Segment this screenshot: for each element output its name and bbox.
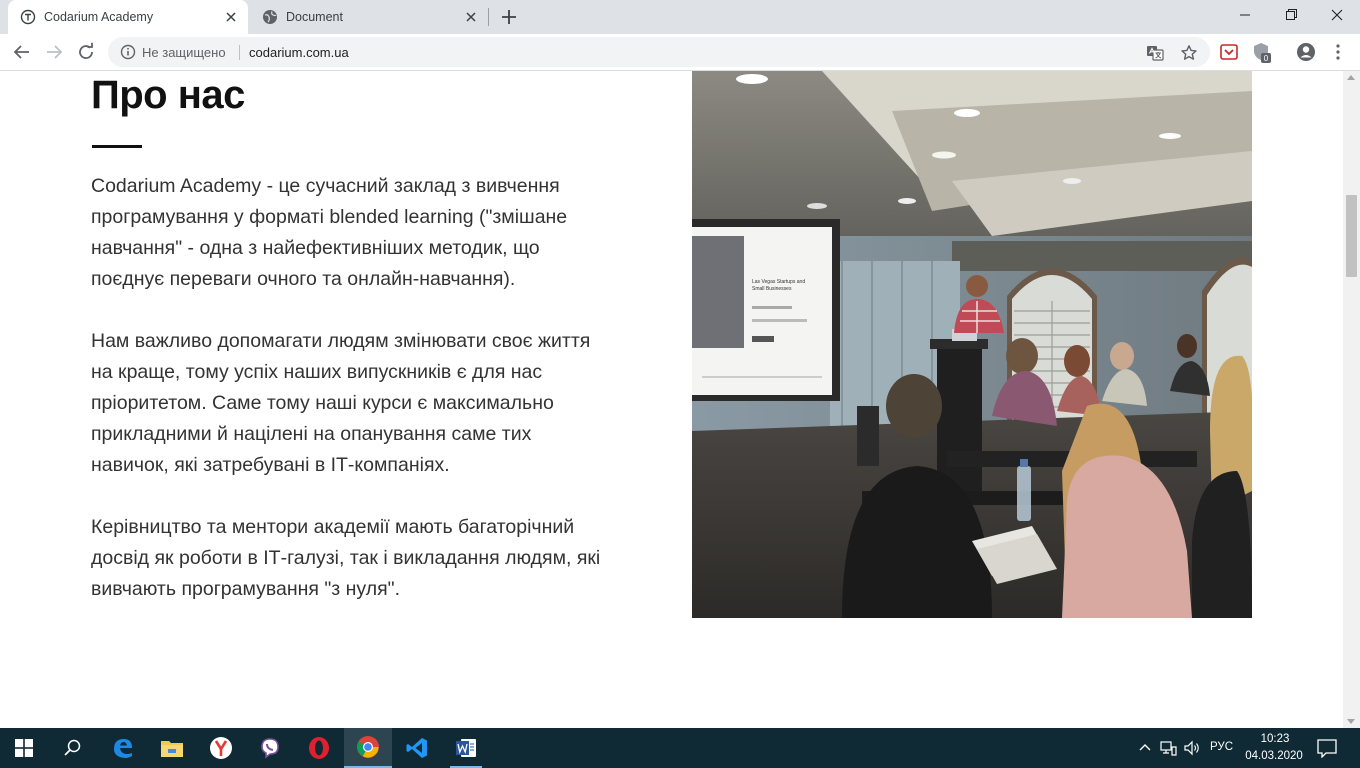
edge-icon <box>114 739 132 758</box>
viber-icon <box>261 738 279 759</box>
bookmark-star-icon[interactable] <box>1180 44 1198 62</box>
restore-icon[interactable] <box>1268 0 1314 30</box>
close-window-icon[interactable] <box>1314 0 1360 30</box>
windows-taskbar: РУС 10:23 04.03.2020 <box>0 728 1360 768</box>
tab-codarium[interactable]: Codarium Academy <box>8 0 248 34</box>
reload-icon[interactable] <box>74 40 98 64</box>
translate-icon[interactable] <box>1146 44 1164 62</box>
windows-logo-icon <box>15 739 33 757</box>
about-paragraph-1: Codarium Academy - це сучасний заклад з … <box>91 175 568 290</box>
taskbar-file-explorer[interactable] <box>148 728 196 768</box>
taskbar-yandex-browser[interactable] <box>197 728 245 768</box>
back-icon[interactable] <box>10 40 34 64</box>
tab-document[interactable]: Document <box>250 0 488 34</box>
search-icon <box>64 739 81 756</box>
clock-date[interactable]: 04.03.2020 <box>1244 750 1304 762</box>
tab-title: Document <box>286 10 343 24</box>
extension-shield-icon[interactable]: 0 <box>1249 40 1273 64</box>
yandex-browser-icon <box>210 737 232 759</box>
security-label[interactable]: Не защищено <box>142 45 226 60</box>
taskbar-vscode[interactable] <box>393 728 441 768</box>
taskbar-edge[interactable] <box>99 728 147 768</box>
section-heading: Про нас <box>91 73 245 117</box>
browser-toolbar: Не защищено codarium.com.ua 0 <box>0 34 1360 71</box>
volume-icon[interactable] <box>1183 739 1201 757</box>
about-paragraph-2: Нам важливо допомагати людям змінювати с… <box>91 330 591 476</box>
vscode-icon <box>406 738 427 758</box>
tab-separator <box>488 8 489 26</box>
taskbar-viber[interactable] <box>246 728 294 768</box>
address-bar[interactable]: Не защищено codarium.com.ua <box>108 37 1210 67</box>
globe-icon <box>263 10 277 24</box>
heading-underline <box>92 145 142 148</box>
file-explorer-icon <box>161 741 183 757</box>
forward-icon[interactable] <box>42 40 66 64</box>
action-center-icon[interactable] <box>1316 738 1338 758</box>
url-text[interactable]: codarium.com.ua <box>249 45 349 60</box>
word-icon <box>456 739 476 757</box>
profile-avatar-icon[interactable] <box>1294 40 1318 64</box>
scroll-up-arrow-icon[interactable] <box>1347 75 1355 80</box>
taskbar-chrome[interactable] <box>344 728 392 768</box>
about-paragraph-3: Керівництво та ментори академії мають ба… <box>91 516 601 600</box>
page-scrollbar[interactable] <box>1343 71 1360 728</box>
page-viewport: Про нас Codarium Academy - це сучасний з… <box>0 71 1343 728</box>
address-divider <box>239 45 240 60</box>
codarium-favicon-icon <box>20 9 36 25</box>
scrollbar-thumb[interactable] <box>1346 195 1357 277</box>
classroom-photo: Las Vegas Startups and Small Businesses <box>692 71 1252 618</box>
chrome-icon <box>357 736 379 758</box>
opera-icon <box>309 737 329 759</box>
extension-badge: 0 <box>1264 54 1269 63</box>
clock-time[interactable]: 10:23 <box>1259 733 1291 745</box>
close-tab-icon[interactable] <box>462 8 480 26</box>
network-icon[interactable] <box>1159 739 1177 757</box>
input-language[interactable]: РУС <box>1210 741 1233 753</box>
screen-slide-title-line2: Small Businesses <box>752 286 792 292</box>
info-icon[interactable] <box>120 44 136 60</box>
minimize-icon[interactable] <box>1222 0 1268 30</box>
tab-strip: Codarium Academy Document <box>0 0 1360 34</box>
extension-pocket-icon[interactable] <box>1217 40 1241 64</box>
taskbar-opera[interactable] <box>295 728 343 768</box>
search-button[interactable] <box>48 728 96 768</box>
start-button[interactable] <box>0 728 48 768</box>
close-tab-icon[interactable] <box>222 8 240 26</box>
tab-title: Codarium Academy <box>44 10 154 24</box>
show-hidden-icons-chevron-icon[interactable] <box>1136 739 1154 757</box>
scroll-down-arrow-icon[interactable] <box>1347 719 1355 724</box>
chrome-menu-icon[interactable] <box>1326 40 1350 64</box>
screen-slide-title-line1: Las Vegas Startups and <box>752 279 805 285</box>
taskbar-word[interactable] <box>442 728 490 768</box>
new-tab-icon[interactable] <box>498 6 520 28</box>
